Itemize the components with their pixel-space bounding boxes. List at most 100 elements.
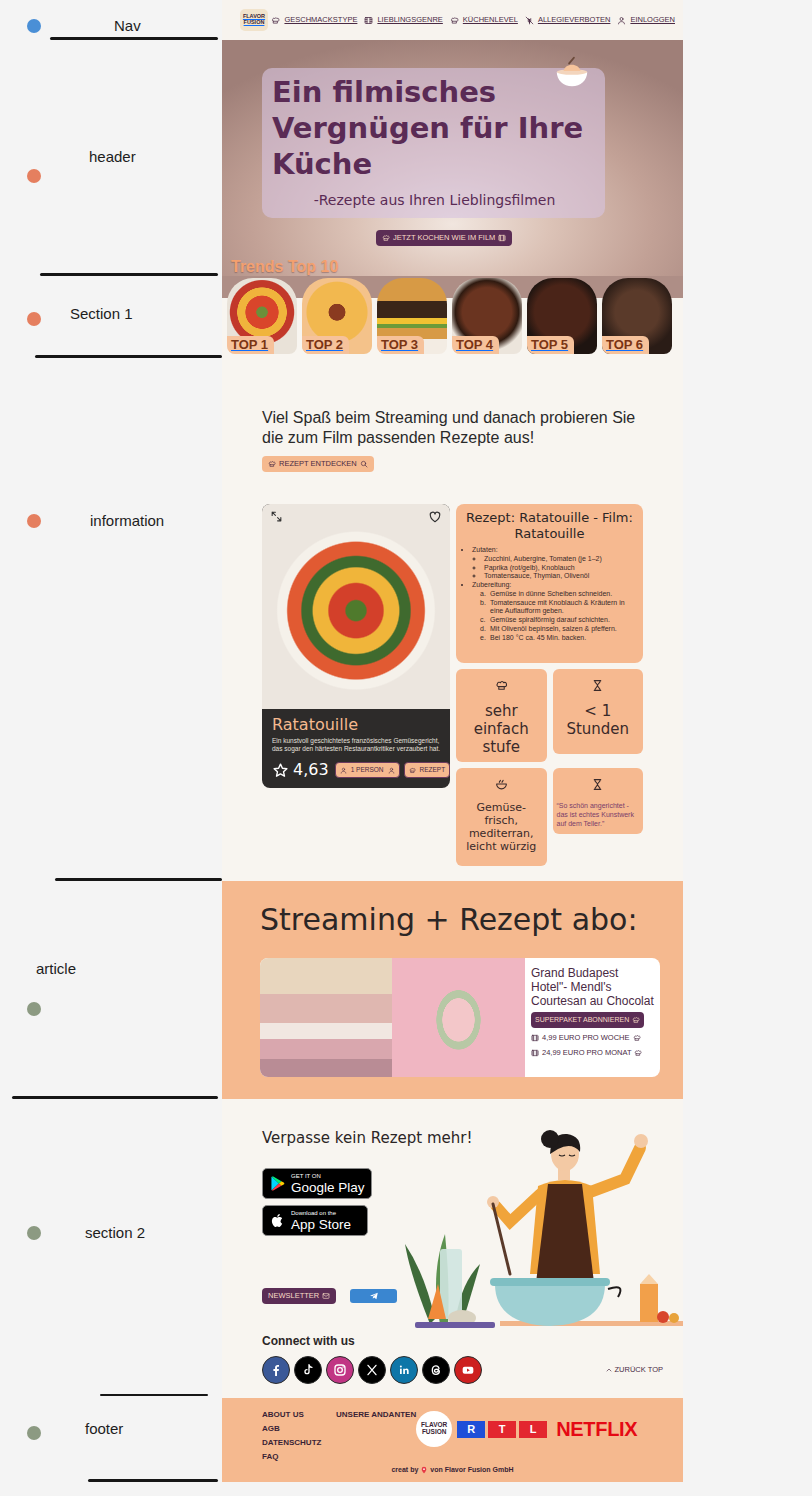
annotation-marker: Section 1 [0,276,222,326]
nav-link-label: EINLOGGEN [630,14,675,26]
social-link[interactable] [454,1356,482,1384]
partner-logos: FLAVOR FUSIONRTLNETFLIX [416,1411,637,1447]
persons-chip[interactable]: 1 PERSON [335,762,400,778]
bowl-icon [495,778,508,791]
footer-link[interactable]: UNSERE ANDANTEN [336,1408,416,1422]
nav-link[interactable]: GESCHMACKSTYPE [271,14,357,26]
price-option[interactable]: 24,99 EURO PRO MONAT [531,1048,656,1058]
trend-tile[interactable]: TOP 2 [302,278,372,354]
mockup-part: Verpasse kein Rezept mehr!GET IT ONGoogl… [222,1099,683,1398]
annotation-dot [27,1426,41,1440]
trend-tile[interactable]: TOP 4 [452,278,522,354]
trend-tile[interactable]: TOP 5 [527,278,597,354]
store-name: Google Play [291,1180,365,1195]
no-allergy-icon [525,16,534,25]
film-icon [498,234,506,242]
user-icon [388,767,395,774]
nav-link[interactable]: ALLEGIEVERBOTEN [525,14,611,26]
nav-links: GESCHMACKSTYPE LIEBLINGSGENRE KÜCHENLEVEL A… [271,14,675,26]
nav-link-label: KÜCHENLEVEL [463,14,518,26]
footer-link[interactable]: AGB [262,1422,336,1436]
section-row: footerABOUT USAGBDATENSCHUTZFAQUNSERE AN… [0,1398,812,1482]
film-icon [531,1049,539,1057]
cook-button[interactable]: JETZT KOCHEN WIE IM FILM [376,230,512,246]
chef-hat-icon [634,1049,642,1057]
instagram-icon [332,1362,348,1378]
trend-tile[interactable]: TOP 3 [377,278,447,354]
social-link[interactable] [422,1356,450,1384]
social-link[interactable] [262,1356,290,1384]
back-to-top[interactable]: ZURÜCK TOP [605,1365,663,1375]
annotation-dot [27,1002,41,1016]
trend-tile[interactable]: TOP 1 [227,278,297,354]
dessert-photo [392,958,525,1077]
persons-label: 1 PERSON [351,765,384,775]
annotation-label: section 2 [85,1223,145,1243]
connect-title: Connect with us [262,1333,683,1349]
social-link[interactable] [294,1356,322,1384]
section-row: Nav FLAVOR FUSIONGESCHMACKSTYPE LIEBLINGSG… [0,0,812,40]
section-heading: Zubereitung: [472,581,511,588]
recipe-list: Zutaten:Zucchini, Aubergine, Tomaten (je… [463,546,636,642]
trend-label: TOP 1 [227,336,274,354]
newsletter-row: NEWSLETTER [262,1288,397,1304]
item-text: Tomatensauce, Thymian, Olivenöl [484,572,589,579]
tiktok-icon [300,1362,316,1378]
spacer [0,1482,812,1496]
footer-link[interactable]: DATENSCHUTZ [262,1436,336,1450]
annotation-marker: article [0,881,222,1016]
explore-button[interactable]: REZEPT ENTDECKEN [262,456,374,472]
recipe-card[interactable]: RatatouilleEin kunstvoll geschichtetes f… [262,504,450,788]
user-icon [340,767,347,774]
recipe-sublist: Zucchini, Aubergine, Tomaten (je 1–2)Pap… [472,555,636,581]
item-text: Zucchini, Aubergine, Tomaten (je 1–2) [484,555,602,562]
bowl-icon [553,53,591,91]
footer-link[interactable]: ABOUT US [262,1408,336,1422]
expand-icon[interactable] [270,510,283,523]
nav-link[interactable]: KÜCHENLEVEL [450,14,518,26]
section-title: Streaming + Rezept abo: [260,901,660,939]
annotation-dot [27,312,41,326]
step-marker: d. [480,625,487,634]
trend-label: TOP 5 [527,336,574,354]
store-caption: Download on the [291,1210,351,1217]
annotation-label: article [36,959,76,979]
app-section: Verpasse kein Rezept mehr!GET IT ONGoogl… [222,1099,683,1398]
newsletter-button[interactable]: NEWSLETTER [262,1288,336,1304]
trend-tile[interactable]: TOP 6 [602,278,672,354]
nav-link[interactable]: EINLOGGEN [617,14,675,26]
facebook-icon [268,1362,284,1378]
trend-label: TOP 3 [377,336,424,354]
recipe-chip[interactable]: REZEPT [404,762,451,778]
annotation: footer [0,1398,222,1482]
blank-area [683,40,812,276]
store-badge[interactable]: GET IT ONGoogle Play [262,1168,372,1199]
annotation: Nav [0,0,222,40]
store-badge[interactable]: Download on theApp Store [262,1205,368,1236]
nav-link[interactable]: LIEBLINGSGENRE [364,14,442,26]
telegram-button[interactable] [350,1289,397,1303]
linkedin-icon [396,1362,412,1378]
info-tile: Gemüse-frisch, mediterran, leicht würzig [456,768,547,866]
footer-link[interactable]: FAQ [262,1450,336,1464]
annotation-dot [27,19,41,33]
mockup-part: ABOUT USAGBDATENSCHUTZFAQUNSERE ANDANTEN… [222,1398,683,1482]
annotation-label: Section 1 [70,304,133,324]
trends-row: TOP 1 TOP 2 TOP 3 TOP 4 TOP 5 TOP 6 [222,276,683,358]
hourglass-icon [591,778,604,791]
intro-text: Viel Spaß beim Streaming und danach prob… [262,408,643,448]
social-link[interactable] [326,1356,354,1384]
section-row: articleStreaming + Rezept abo:Grand Buda… [0,881,812,1099]
heart-icon[interactable] [428,510,442,524]
price-option[interactable]: 4,99 EURO PRO WOCHE [531,1033,656,1043]
store-text: GET IT ONGoogle Play [291,1173,365,1195]
footer-links: ABOUT USAGBDATENSCHUTZFAQ [262,1408,336,1464]
subscribe-button[interactable]: SUPERPAKET ABONNIEREN [531,1012,644,1028]
social-link[interactable] [358,1356,386,1384]
annotation: header [0,40,222,276]
recipe-description: Ein kunstvoll geschichtetes französische… [272,737,440,753]
social-link[interactable] [390,1356,418,1384]
recipe-item: Tomatensauce, Thymian, Olivenöl [484,572,636,581]
logo[interactable]: FLAVOR FUSION [240,9,268,31]
annotation-marker: header [0,40,222,183]
